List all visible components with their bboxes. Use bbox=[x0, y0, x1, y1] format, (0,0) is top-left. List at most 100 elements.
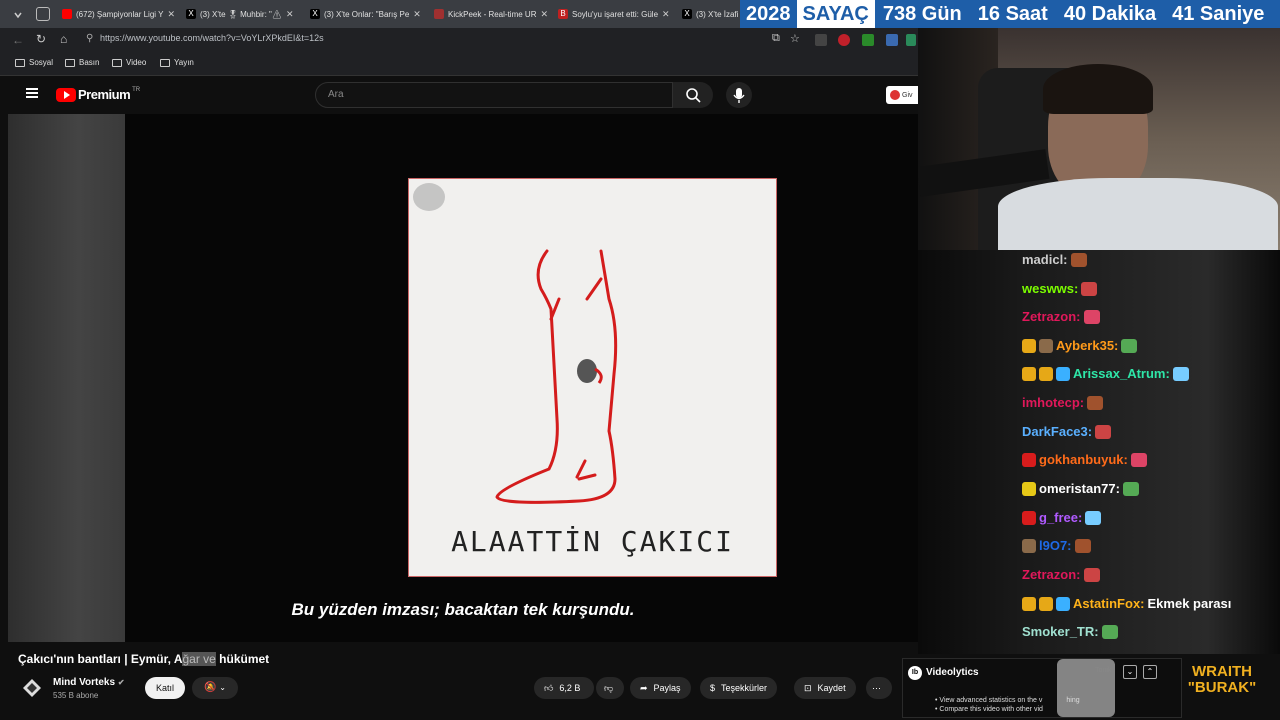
home-icon[interactable]: ⌂ bbox=[60, 32, 67, 46]
chat-username[interactable]: AstatinFox: bbox=[1073, 596, 1145, 611]
chat-badge-icon bbox=[1056, 366, 1070, 381]
url-input[interactable]: https://www.youtube.com/watch?v=VoYLrXPk… bbox=[100, 33, 324, 43]
chat-username[interactable]: Zetrazon: bbox=[1022, 309, 1081, 324]
search-button[interactable] bbox=[673, 82, 713, 108]
expand-icon[interactable]: ⌃ bbox=[1143, 665, 1157, 679]
back-icon[interactable]: ← bbox=[12, 33, 24, 47]
chat-username[interactable]: Arissax_Atrum: bbox=[1073, 366, 1170, 381]
counter-seconds: 41 Saniye bbox=[1172, 2, 1265, 25]
extension-icon[interactable] bbox=[815, 34, 827, 46]
chat-emote-icon bbox=[1083, 309, 1100, 324]
folder-icon bbox=[160, 58, 170, 67]
chat-username[interactable]: l9O7: bbox=[1039, 538, 1072, 553]
chat-username[interactable]: weswws: bbox=[1022, 281, 1078, 296]
workspaces-icon[interactable] bbox=[36, 7, 50, 21]
menu-icon[interactable] bbox=[26, 88, 38, 98]
like-button[interactable]: 👍︎ 6,2 B bbox=[534, 677, 594, 699]
drawing-caption: ALAATTİN ÇAKICI bbox=[451, 525, 734, 558]
subscriber-count: 535 B abone bbox=[53, 691, 99, 700]
chat-emote-icon bbox=[1172, 366, 1189, 381]
thanks-button[interactable]: $ Teşekkürler bbox=[700, 677, 778, 699]
site-info-icon[interactable]: ⚲ bbox=[86, 33, 93, 44]
bookmark-label: Sosyal bbox=[29, 58, 54, 67]
chat-emote-icon bbox=[1122, 481, 1139, 496]
chat-message: madicl: bbox=[1022, 252, 1087, 267]
chat-username[interactable]: omeristan77: bbox=[1039, 481, 1120, 496]
collapse-icon[interactable]: ⌄ bbox=[1123, 665, 1137, 679]
bookmark-label: Yayın bbox=[174, 58, 194, 67]
tab-champions-league[interactable]: (672) Şampiyonlar Ligi Y ✕ bbox=[62, 4, 178, 24]
bookmark-basin[interactable]: Basın bbox=[65, 58, 99, 67]
logo-region: TR bbox=[132, 86, 141, 93]
reload-icon[interactable]: ↻ bbox=[36, 32, 46, 46]
dislike-button[interactable]: 👎︎ bbox=[596, 677, 624, 699]
give-button[interactable]: Giv bbox=[886, 86, 918, 104]
webcam-shirt bbox=[998, 178, 1278, 250]
chat-message: Ayberk35: bbox=[1022, 338, 1138, 353]
chat-badge-icon bbox=[1039, 366, 1053, 381]
microphone-icon bbox=[733, 88, 745, 103]
chat-username[interactable]: Ayberk35: bbox=[1056, 338, 1118, 353]
channel-name[interactable]: Mind Vorteks ✔ bbox=[53, 677, 125, 688]
line-text: hing bbox=[1066, 697, 1080, 704]
chat-badge-icon bbox=[1022, 452, 1036, 467]
video-side-panel bbox=[8, 114, 125, 642]
logo-text: Premium bbox=[78, 87, 131, 102]
translate-icon[interactable]: ⧉ bbox=[772, 32, 780, 45]
tab-x-muhbir[interactable]: X (3) X'te 🎖 Muhbir: "⚠ ✕ bbox=[186, 4, 300, 24]
webcam-hair bbox=[1043, 64, 1153, 114]
close-tab-icon[interactable]: ✕ bbox=[286, 9, 294, 20]
voice-search-button[interactable] bbox=[726, 82, 752, 108]
folder-icon bbox=[15, 58, 25, 67]
chat-username[interactable]: g_free: bbox=[1039, 510, 1082, 525]
news-favicon-icon: B bbox=[558, 9, 568, 19]
channel-logo-icon bbox=[23, 679, 41, 697]
folder-icon bbox=[65, 58, 75, 67]
x-favicon-icon: X bbox=[186, 9, 196, 19]
chat-username[interactable]: imhotecp: bbox=[1022, 395, 1084, 410]
extension-icon[interactable] bbox=[838, 34, 850, 46]
close-tab-icon[interactable]: ✕ bbox=[413, 9, 421, 20]
tab-label: KickPeek - Real-time UR bbox=[448, 9, 537, 19]
close-tab-icon[interactable]: ✕ bbox=[540, 9, 548, 20]
chat-message: Smoker_TR: bbox=[1022, 624, 1118, 639]
chat-emote-icon bbox=[1074, 538, 1091, 553]
videolytics-tab[interactable]: Tonik bbox=[1095, 667, 1111, 674]
bookmark-star-icon[interactable]: ☆ bbox=[790, 32, 800, 45]
share-button[interactable]: ➦ Paylaş bbox=[630, 677, 691, 699]
chat-message: g_free: bbox=[1022, 510, 1102, 525]
bookmark-icon: ⊡ bbox=[804, 682, 812, 693]
chat-message: Arissax_Atrum: bbox=[1022, 366, 1189, 381]
chat-message: weswws: bbox=[1022, 281, 1098, 296]
join-button[interactable]: Katıl bbox=[145, 677, 185, 699]
channel-avatar[interactable] bbox=[22, 678, 42, 698]
chat-emote-icon bbox=[1101, 624, 1118, 639]
search-input[interactable]: Ara bbox=[315, 82, 673, 108]
youtube-premium-logo[interactable]: Premium TR bbox=[56, 87, 140, 102]
extension-icon[interactable] bbox=[862, 34, 874, 46]
chat-username[interactable]: gokhanbuyuk: bbox=[1039, 452, 1128, 467]
notifications-button[interactable]: 🔕 ⌄ bbox=[192, 677, 238, 699]
bookmark-sosyal[interactable]: Sosyal bbox=[15, 58, 53, 67]
chat-username[interactable]: DarkFace3: bbox=[1022, 424, 1092, 439]
tab-list-chevron-icon[interactable] bbox=[12, 8, 24, 20]
extension-icon[interactable] bbox=[886, 34, 898, 46]
chat-username[interactable]: Smoker_TR: bbox=[1022, 624, 1099, 639]
chat-badge-icon bbox=[1039, 596, 1053, 611]
save-button[interactable]: ⊡ Kaydet bbox=[794, 677, 856, 699]
chat-username[interactable]: madicl: bbox=[1022, 252, 1068, 267]
chat-badge-icon bbox=[1022, 338, 1036, 353]
like-count: 6,2 B bbox=[559, 683, 581, 693]
bookmark-yayin[interactable]: Yayın bbox=[160, 58, 194, 67]
chat-username[interactable]: Zetrazon: bbox=[1022, 567, 1081, 582]
tab-soylu[interactable]: B Soylu'yu işaret etti: Güle ✕ bbox=[558, 4, 674, 24]
more-actions-button[interactable]: ⋯ bbox=[866, 677, 892, 699]
chat-badge-icon bbox=[1022, 366, 1036, 381]
close-tab-icon[interactable]: ✕ bbox=[662, 9, 670, 20]
tab-x-onlar[interactable]: X (3) X'te Onlar: "Barış Pe ✕ bbox=[310, 4, 424, 24]
bookmark-video[interactable]: Video bbox=[112, 58, 146, 67]
tab-x-izafi[interactable]: X (3) X'te İzafi bbox=[682, 4, 740, 24]
tab-kickpeek[interactable]: KickPeek - Real-time UR ✕ bbox=[434, 4, 552, 24]
close-tab-icon[interactable]: ✕ bbox=[167, 9, 175, 20]
extension-icon[interactable] bbox=[906, 34, 916, 46]
